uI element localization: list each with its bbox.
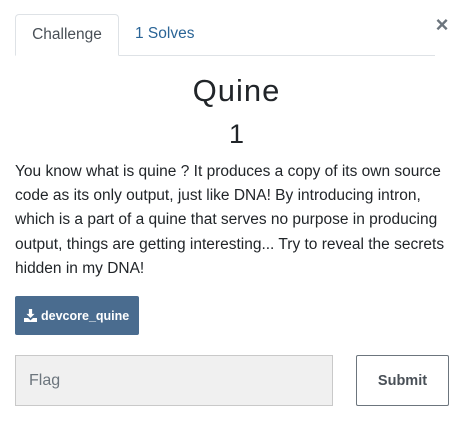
download-file-label: devcore_quine bbox=[41, 308, 130, 323]
close-button[interactable]: × bbox=[433, 14, 451, 36]
download-icon bbox=[24, 309, 37, 322]
submit-button[interactable]: Submit bbox=[356, 355, 449, 406]
challenge-modal: × Challenge 1 Solves Quine 1 You know wh… bbox=[0, 0, 473, 422]
close-icon[interactable]: × bbox=[436, 12, 449, 37]
tab-bar: Challenge 1 Solves bbox=[15, 14, 435, 56]
tab-solves-label: 1 Solves bbox=[135, 25, 195, 42]
flag-input[interactable] bbox=[15, 355, 333, 406]
challenge-value: 1 bbox=[228, 119, 245, 149]
challenge-description: You know what is quine ? It produces a c… bbox=[15, 163, 445, 277]
challenge-name: Quine bbox=[192, 73, 281, 108]
tab-challenge-label: Challenge bbox=[32, 26, 102, 43]
download-file-button[interactable]: devcore_quine bbox=[15, 296, 139, 335]
tab-challenge[interactable]: Challenge bbox=[15, 14, 119, 56]
tab-solves[interactable]: 1 Solves bbox=[119, 14, 210, 54]
